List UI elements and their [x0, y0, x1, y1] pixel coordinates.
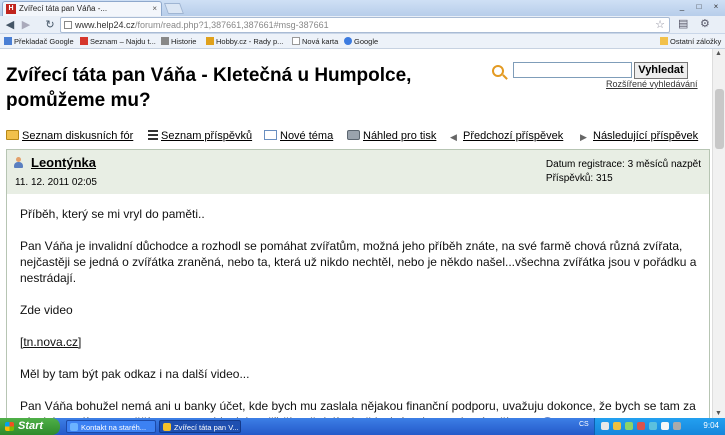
folder-icon: [660, 37, 668, 45]
user-icon: [13, 157, 24, 168]
tray-icon[interactable]: [601, 422, 609, 430]
browser-tab[interactable]: H Zvířecí táta pan Váňa -... ×: [2, 1, 162, 16]
tray-icon[interactable]: [673, 422, 681, 430]
tab-title: Zvířecí táta pan Váňa -...: [19, 4, 108, 13]
hobby-icon: [206, 37, 214, 45]
back-icon[interactable]: ◀: [3, 18, 17, 32]
next-post-link[interactable]: ▶ Následující příspěvek: [580, 128, 698, 144]
maximize-icon[interactable]: □: [692, 1, 706, 13]
video-link[interactable]: tn.nova.cz: [20, 335, 81, 349]
other-bookmarks[interactable]: Ostatní záložky: [660, 34, 721, 49]
previous-post-link[interactable]: ◀ Předchozí příspěvek: [450, 128, 563, 144]
search-icon: [492, 65, 504, 77]
new-topic-icon: [264, 130, 277, 140]
tray-icon[interactable]: [649, 422, 657, 430]
advanced-search-link[interactable]: Rozšířené vyhledávání: [606, 79, 698, 89]
bookmark-translate[interactable]: Překladač Google: [4, 34, 74, 49]
forum-list-link[interactable]: Seznam diskusních fór: [6, 128, 133, 144]
new-tab-button[interactable]: [163, 3, 185, 14]
bookmark-google[interactable]: Google: [344, 34, 378, 49]
seznam-icon: [80, 37, 88, 45]
scroll-down-icon[interactable]: ▼: [715, 410, 722, 417]
window-controls: _ □ ×: [675, 1, 723, 13]
bookmark-star-icon[interactable]: ☆: [655, 18, 665, 32]
forum-nav: Seznam diskusních fór Seznam příspěvků N…: [6, 128, 708, 144]
tray-icon[interactable]: [613, 422, 621, 430]
url-path: /forum/read.php?1,387661,387661#msg-3876…: [135, 20, 329, 30]
history-icon: [161, 37, 169, 45]
vertical-scrollbar[interactable]: ▲ ▼: [712, 49, 725, 418]
new-topic-link[interactable]: Nové téma: [264, 128, 333, 144]
post-paragraph: Pan Váňa bohužel nemá ani u banky účet, …: [20, 398, 700, 418]
google-icon: [344, 37, 352, 45]
site-favicon: H: [6, 4, 16, 14]
translate-icon: [4, 37, 12, 45]
author-meta: Datum registrace: 3 měsíců nazpět Příspě…: [546, 158, 701, 186]
post-paragraph: Pan Váňa je invalidní důchodce a rozhodl…: [20, 239, 697, 285]
screen: H Zvířecí táta pan Váňa -... × _ □ × ◀ ▶…: [0, 0, 725, 435]
address-bar[interactable]: www.help24.cz/forum/read.php?1,387661,38…: [60, 17, 670, 33]
bookmark-new-tab[interactable]: Nová karta: [292, 34, 338, 49]
page-title: Zvířecí táta pan Váňa - Kletečná u Humpo…: [6, 65, 412, 111]
tab-strip: H Zvířecí táta pan Váňa -... × _ □ ×: [0, 0, 725, 16]
print-icon: [347, 130, 360, 140]
bookmark-seznam[interactable]: Seznam – Najdu t...: [80, 34, 156, 49]
bookmarks-bar: Překladač Google Seznam – Najdu t... His…: [0, 34, 725, 49]
close-window-icon[interactable]: ×: [709, 1, 723, 13]
taskbar: Start Kontakt na staréh... Zvířecí táta …: [0, 418, 725, 435]
post-paragraph: Zde video: [20, 303, 73, 317]
post: Leontýnka 11. 12. 2011 02:05 Datum regis…: [6, 149, 710, 418]
clock[interactable]: 9:04: [703, 421, 719, 430]
forward-icon[interactable]: ▶: [19, 18, 33, 32]
post-paragraph: Příběh, který se mi vryl do paměti..: [20, 207, 205, 221]
minimize-icon[interactable]: _: [675, 1, 689, 13]
wrench-icon[interactable]: ⚙: [700, 17, 710, 30]
taskbar-item-contact[interactable]: Kontakt na staréh...: [66, 420, 156, 433]
page-menu-icon[interactable]: ▤: [678, 17, 688, 30]
search-input[interactable]: [513, 62, 632, 78]
language-indicator[interactable]: CS: [579, 421, 589, 428]
list-icon: [148, 130, 158, 140]
tray-icon[interactable]: [625, 422, 633, 430]
arrow-left-icon: ◀: [450, 132, 457, 142]
url-host: www.help24.cz: [75, 20, 136, 30]
page-content: Zvířecí táta pan Váňa - Kletečná u Humpo…: [0, 49, 712, 418]
arrow-right-icon: ▶: [580, 132, 587, 142]
reload-icon[interactable]: ↻: [43, 18, 57, 32]
tray-icon[interactable]: [661, 422, 669, 430]
post-list-link[interactable]: Seznam příspěvků: [148, 128, 252, 144]
start-button[interactable]: Start: [0, 418, 60, 435]
print-preview-link[interactable]: Náhled pro tisk: [347, 128, 436, 144]
post-body: Příběh, který se mi vryl do paměti.. Pan…: [20, 206, 700, 418]
browser-toolbar: ◀ ▶ ↻ www.help24.cz/forum/read.php?1,387…: [0, 16, 725, 34]
chrome-icon: [163, 423, 171, 431]
system-tray: 9:04: [594, 418, 725, 435]
post-header: Leontýnka 11. 12. 2011 02:05 Datum regis…: [7, 150, 709, 194]
scroll-up-icon[interactable]: ▲: [715, 50, 722, 57]
browser-icon: [70, 423, 78, 431]
tray-icon[interactable]: [637, 422, 645, 430]
bookmark-history[interactable]: Historie: [161, 34, 196, 49]
post-author-link[interactable]: Leontýnka: [31, 155, 96, 170]
page-icon: [64, 21, 72, 29]
scroll-thumb[interactable]: [715, 89, 724, 149]
page-icon: [292, 37, 300, 45]
folder-icon: [6, 130, 19, 140]
post-count: Příspěvků: 315: [545, 173, 613, 184]
close-tab-icon[interactable]: ×: [152, 2, 157, 15]
search-button[interactable]: Vyhledat: [634, 62, 688, 79]
post-paragraph: Měl by tam být pak odkaz i na další vide…: [20, 367, 250, 381]
taskbar-item-forum[interactable]: Zvířecí táta pan V...: [159, 420, 241, 433]
bookmark-hobby[interactable]: Hobby.cz - Rady p...: [206, 34, 283, 49]
registration-date: Datum registrace: 3 měsíců nazpět: [545, 159, 701, 170]
post-date: 11. 12. 2011 02:05: [15, 177, 97, 188]
